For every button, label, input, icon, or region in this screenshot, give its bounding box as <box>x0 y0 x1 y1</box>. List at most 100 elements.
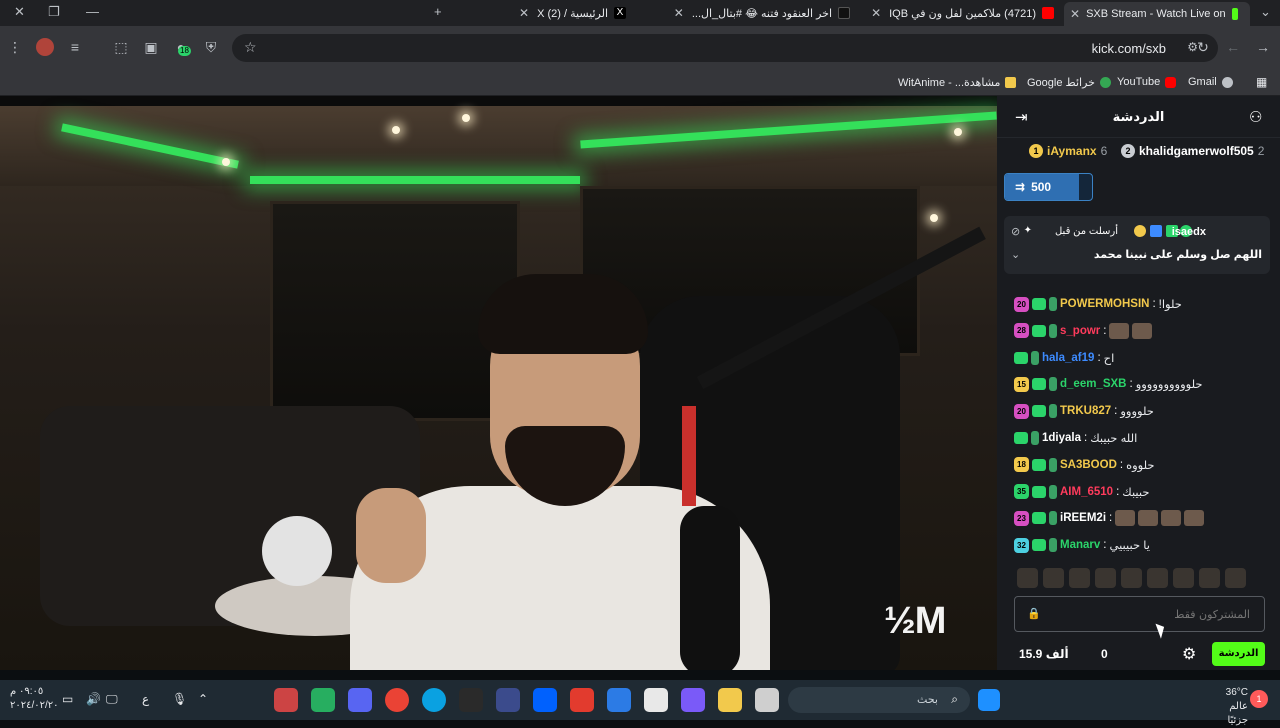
emote[interactable] <box>1199 568 1220 588</box>
chevron-up-icon[interactable]: ⌃ <box>198 692 208 706</box>
mail-app-icon[interactable] <box>607 688 631 712</box>
chat-users-icon[interactable]: ⚇ <box>1249 108 1262 126</box>
chat-username[interactable]: s_powr <box>1060 325 1100 337</box>
bookmark-youtube[interactable]: YouTube <box>1117 76 1177 88</box>
close-tab-icon[interactable]: ✕ <box>871 6 881 20</box>
shield-icon[interactable]: ⛨ <box>202 38 220 56</box>
windows-start-icon[interactable] <box>978 689 1000 711</box>
chat-username[interactable]: Manarv <box>1060 539 1100 551</box>
apps-grid-icon[interactable]: ▦ <box>1256 75 1267 89</box>
emote[interactable] <box>1173 568 1194 588</box>
language-indicator[interactable]: ع <box>142 692 149 706</box>
chat-message[interactable]: hala_af19: اح <box>1014 348 1114 368</box>
chat-username[interactable]: POWERMOHSIN <box>1060 298 1149 310</box>
close-tab-icon[interactable]: ✕ <box>1070 7 1080 21</box>
unpin-icon[interactable]: ⊘ <box>1011 225 1020 238</box>
extension-badge-icon[interactable]: 18● <box>172 38 191 56</box>
bookmark-star-icon[interactable]: ☆ <box>244 39 257 56</box>
copilot-app-icon[interactable] <box>681 688 705 712</box>
emote[interactable] <box>1043 568 1064 588</box>
emote[interactable] <box>1161 510 1182 527</box>
dropbox-app-icon[interactable] <box>533 688 557 712</box>
gift-goal-bar[interactable]: ⇉ 500 <box>1004 173 1093 201</box>
bookmark-witanime[interactable]: مشاهدة... - WitAnime <box>898 76 1017 89</box>
store-app-icon[interactable] <box>644 688 668 712</box>
pinned-username[interactable]: isaedx <box>1172 226 1206 238</box>
leaderboard-entry[interactable]: 1 iAymanx 6 <box>1029 144 1107 158</box>
extension-icon[interactable]: ▣ <box>142 38 160 56</box>
chat-message[interactable]: 18 SA3BOOD: حلووه <box>1014 455 1155 475</box>
emote[interactable] <box>1147 568 1168 588</box>
chat-username[interactable]: 1diyala <box>1042 432 1081 444</box>
send-chat-button[interactable]: الدردشة <box>1212 642 1265 666</box>
minimize-window-icon[interactable]: — <box>86 4 99 19</box>
restore-window-icon[interactable]: ❐ <box>48 4 60 20</box>
new-tab-button[interactable]: + <box>434 4 442 19</box>
menu-icon[interactable]: ⋮ <box>6 38 24 56</box>
emote[interactable] <box>1115 510 1136 527</box>
chat-input[interactable]: 🔒 <box>1014 596 1265 632</box>
chat-username[interactable]: AIM_6510 <box>1060 486 1113 498</box>
volume-icon[interactable]: 🔊 <box>86 692 101 706</box>
app-icon[interactable] <box>496 688 520 712</box>
tab-kick-active[interactable]: ✕ SXB Stream - Watch Live on <box>1064 2 1250 26</box>
emote[interactable] <box>1225 568 1246 588</box>
chat-message[interactable]: 20 TRKU827: حلوووو <box>1014 401 1154 421</box>
network-icon[interactable]: 🖵 <box>106 692 118 707</box>
chat-message[interactable]: 32 Manarv: يا حبيبيي <box>1014 535 1150 555</box>
emote[interactable] <box>1132 322 1153 339</box>
emote[interactable] <box>1109 322 1130 339</box>
close-tab-icon[interactable]: ✕ <box>519 6 529 20</box>
chat-username[interactable]: SA3BOOD <box>1060 459 1117 471</box>
bookmark-google-maps[interactable]: خرائط Google <box>1027 76 1111 89</box>
emote[interactable] <box>1184 510 1205 527</box>
chat-message[interactable]: 35 AIM_6510: حبيبك <box>1014 482 1149 502</box>
tab-youtube[interactable]: (4721) ملاكمين لفل ون في IQB ✕ <box>860 2 1060 24</box>
clock[interactable]: ٠٩:٠٥ م ٢٠٢٤/٠٢/٢٠ <box>10 685 59 713</box>
profile-avatar[interactable] <box>36 38 54 56</box>
extensions-icon[interactable]: ⬚ <box>112 38 130 56</box>
close-tab-icon[interactable]: ✕ <box>674 6 684 20</box>
chevron-down-icon[interactable]: ⌄ <box>1011 248 1020 261</box>
app-icon[interactable] <box>755 688 779 712</box>
telegram-app-icon[interactable] <box>274 688 298 712</box>
taskbar-search[interactable]: بحث ⌕ <box>788 687 970 713</box>
leaderboard-entry[interactable]: 2 khalidgamerwolf505 2 <box>1121 144 1264 158</box>
emote[interactable] <box>1095 568 1116 588</box>
address-bar[interactable]: ☆ kick.com/sxb ⚙ <box>232 34 1218 62</box>
reload-icon[interactable]: ↻ <box>1194 38 1212 56</box>
battery-icon[interactable]: ▭ <box>62 692 73 706</box>
chat-message[interactable]: 1diyala: الله حبيبك <box>1014 428 1137 448</box>
edge-app-icon[interactable] <box>422 688 446 712</box>
epic-games-app-icon[interactable] <box>459 688 483 712</box>
close-window-icon[interactable]: ✕ <box>14 4 25 20</box>
emote[interactable] <box>1121 568 1142 588</box>
chat-username[interactable]: d_eem_SXB <box>1060 378 1126 390</box>
gear-icon[interactable]: ⚙ <box>1182 644 1196 664</box>
video-player[interactable]: ½M <box>0 96 997 670</box>
chat-username[interactable]: hala_af19 <box>1042 352 1094 364</box>
weather-widget[interactable]: 36°C عالم جزئيًا <box>1212 686 1248 728</box>
points-count[interactable]: 0 <box>1101 647 1108 661</box>
chat-message[interactable]: 15 d_eem_SXB: حلوووووووووو <box>1014 374 1203 394</box>
notification-badge[interactable]: 1 <box>1250 690 1268 708</box>
emote[interactable] <box>1069 568 1090 588</box>
chat-input-field[interactable] <box>1015 597 1264 631</box>
chat-username[interactable]: TRKU827 <box>1060 405 1111 417</box>
chat-username[interactable]: iREEM2i <box>1060 512 1106 524</box>
chrome-app-icon[interactable] <box>385 688 409 712</box>
tab-x-home[interactable]: X الرئيسية / X (2) ✕ <box>462 2 632 24</box>
bookmark-gmail[interactable]: Gmail <box>1188 76 1233 88</box>
chat-message[interactable]: 28 s_powr: <box>1014 321 1153 341</box>
app-icon[interactable] <box>311 688 335 712</box>
discord-app-icon[interactable] <box>348 688 372 712</box>
back-icon[interactable]: → <box>1254 38 1272 56</box>
forward-icon[interactable]: ← <box>1224 38 1242 56</box>
url-text[interactable]: kick.com/sxb <box>1092 41 1166 56</box>
tab-search-icon[interactable]: ⌄ <box>1260 4 1271 20</box>
emote[interactable] <box>1017 568 1038 588</box>
chat-message[interactable]: 23 iREEM2i: <box>1014 508 1205 528</box>
tab-tiktok[interactable]: اخر العنقود فتنه 😂 #بتال_ال... ✕ <box>660 2 856 24</box>
tab-manager-icon[interactable]: ≡ <box>66 38 84 56</box>
file-explorer-icon[interactable] <box>718 688 742 712</box>
